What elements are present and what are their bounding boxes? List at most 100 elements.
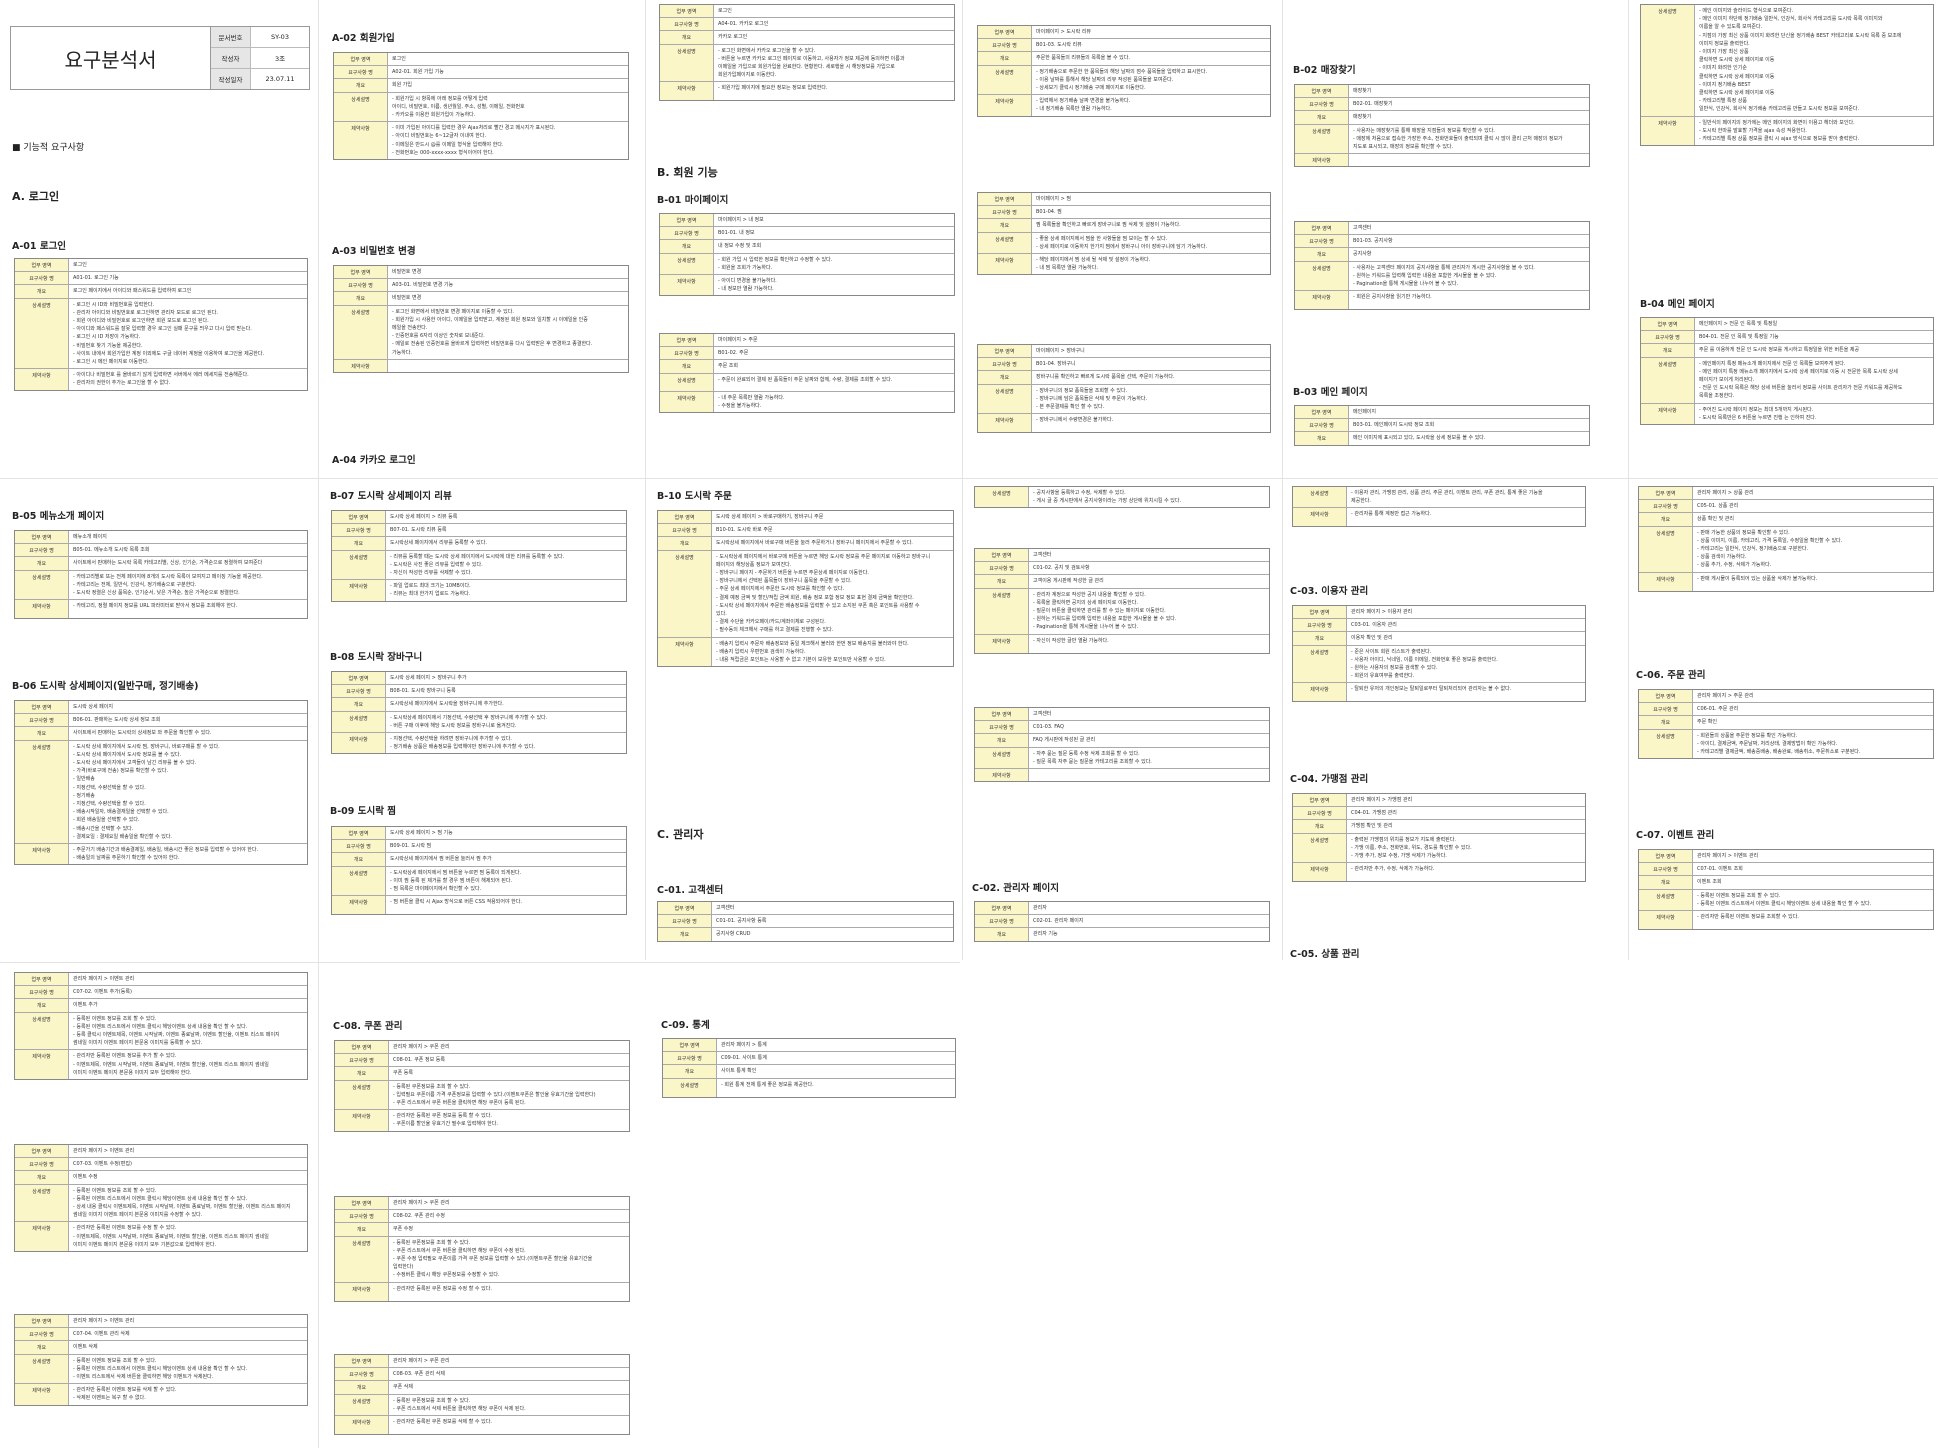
table-row: 상세설명 - 등록된 쿠폰정보를 조회 할 수 있다. - 쿠폰 리스트에서 쿠폰 … [335,1236,629,1283]
row-value: - 등록된 이벤트 정보를 조회 할 수 있다. - 등록된 이벤트 리스트에서 … [69,1185,307,1222]
table-row: 개요 관리자 기능 [975,928,1269,941]
table-row: 개요 쿠폰 삭제 [335,1381,629,1395]
text-line: - 메인페이지 특정 메뉴소개 페이지에서 전문 인 목록들 보여주게 된다. [1699,360,1846,367]
row-label: 요구사항 명 [660,347,714,360]
requirement-table: 업무 영역 메인페이지 요구사항 명 B03-01. 메인페이지 도시락 정보 조회 개… [1294,405,1590,446]
row-label: 요구사항 명 [15,986,69,999]
table-row: 요구사항 명 B02-01. 매장찾기 [1295,98,1589,112]
row-label: 상세설명 [1641,357,1695,403]
text-line: - 회원가입 시 항목에 아래 정보를 어떻게 입력 [392,95,488,102]
row-label: 상세설명 [332,550,386,580]
table-row: 제약사항 - 관리자만 등록된 쿠폰 정보를 수정 할 수 있다. [335,1282,629,1301]
row-label: 업무 영역 [334,266,388,279]
row-value: C09-01. 사이트 통계 [721,1055,767,1062]
text-line: - 버튼 구매 이후에 해당 도시락 정보를 장바구니로 옮겨진다. [390,722,517,729]
text-line: - 주문 상세 페이지에서 주문한 도시락 정보를 확인할 수 있다. [716,586,845,593]
text-line: - 카테고리, 정렬 페이지 정보를 URL 파라미터로 받아서 정보를 조회해… [73,603,238,610]
text-line: - 결제요일 : 결제요일 배송일을 확인할 수 있다. [73,833,173,840]
row-label: 제약사항 [1641,403,1695,425]
row-label: 개요 [658,537,712,550]
row-value: - 회원가입 페이지에 필요한 정보는 정보로 입력한다. [714,82,954,100]
row-value: FAQ 게시판에 작성된 글 관리 [1033,737,1096,744]
row-value: - 입력해서 정기배송 날짜 변경을 불가능하다. - 내 정기배송 목록만 열람… [1032,95,1270,115]
row-label: 제약사항 [978,414,1032,433]
text-line: - 비밀번호 찾기 기능을 제공한다. [73,342,143,349]
row-label: 개요 [1639,513,1693,526]
text-line: - 지정선택, 수량선택을 할 수 있다. [73,801,146,808]
row-label: 요구사항 명 [335,1210,389,1223]
row-label: 제약사항 [334,359,388,372]
text-line: - 결제 예정 금액 및 할인/적립 금액 회원, 배송 정보 포함 정보 정보… [716,594,914,601]
row-value: - 주문가기 배송기간과 배송결제일, 배송일, 배송시간 좋은 정보를 입력할… [69,844,307,864]
text-line: - 카테고리는 전체, 일반식, 인강식, 정기배송으로 구분한다. [73,581,197,588]
row-label: 업무 영역 [978,193,1032,206]
row-value: 사이트 통계 확인 [721,1068,757,1075]
requirement-table: 업무 영역 고객센터 요구사항 명 C01-02. 공지 및 검토사항 개요 고객이용 게… [974,548,1270,654]
row-value: - 파일 업로드 최대 크기는 10MB이다. - 리뷰는 최대 한가지 업로드 … [386,580,626,600]
row-value: 카카오 로그인 [718,34,748,41]
row-value: C08-01. 쿠폰 정보 등록 [393,1057,445,1064]
row-label: 개요 [1641,344,1695,357]
requirement-table: 업무 영역 메인페이지 > 전문 인 목록 및 특정일 요구사항 명 B04-01. … [1640,317,1934,426]
row-value: 로그인 페이지에서 아이디와 패스워드를 입력하여 로그인 [73,288,192,295]
text-line: - 이메일은 반드시 @를 이메일 형식을 입력해야 한다. [392,141,504,148]
row-label: 요구사항 명 [975,915,1029,928]
meta-key: 문서번호 [211,27,251,47]
text-line: - 주문이 완료되어 결제 된 품목들이 주문 날짜와 함께, 수량, 결제를 … [718,376,893,383]
text-line: - 이용 날짜를 통해서 해당 날짜의 리뷰 작성된 품목들을 보여준다. [1036,76,1174,83]
section-heading: A-02 회원가입 [332,33,395,44]
row-value: C08-02. 쿠폰 관리 수정 [393,1213,445,1220]
row-value: - 주문이 완료되어 결제 된 품목들이 주문 날짜와 함께, 수량, 결제를 … [714,374,954,391]
row-value: C07-03. 이벤트 수정(편집) [73,1161,132,1168]
text-line: - 이미지 정기배송 BEST [1699,81,1751,88]
table-row: 개요 주문 를 이용하게 전문 인 도시락 정보를 게시하고 특정일을 위한 버튼… [1641,344,1933,358]
text-line: 이메일을 가입으로 회원가입을 완료한다. 현황한다. 세로행을 시 해당정보를… [718,64,895,71]
requirement-table: 업무 영역 관리자 페이지 > 주문 관리 요구사항 명 C06-01. 주문 관리 개… [1638,689,1934,760]
row-label: 업무 영역 [1295,406,1349,419]
row-value: 고객센터 [716,905,735,911]
table-row: 제약사항 [1295,154,1589,167]
table-row: 업무 영역 고객센터 [1295,222,1589,236]
text-line: - 등록된 이벤트 정보를 조회 할 수 있다. [73,1357,157,1364]
row-value: A02-01. 회원 가입 기능 [392,69,444,76]
table-row: 제약사항 - 장바구니에서 수량변경은 불가하다. [978,414,1270,433]
row-value: - 일반식의 페이지의 정가에는 메인 페이지의 화면이 이용고 헤더와 보인다… [1695,117,1933,146]
row-value: 관리자 페이지 > 상품 관리 [1697,490,1754,496]
requirement-table: 업무 영역 도시락 상세 페이지 > 찜 기능 요구사항 명 B09-01. 도시락 … [331,826,627,916]
row-value: 공지사항 [1353,251,1372,258]
text-line: - 메인 이미지와 슬라이드 형식으로 보여준다. [1699,8,1794,14]
row-label: 요구사항 명 [1293,619,1347,632]
row-value: 이벤트 조회 [1697,879,1722,886]
row-label: 요구사항 명 [1639,863,1693,876]
text-line: - 메일로 전송된 인증번호를 올바르게 입력하면 비밀번호를 다시 입력받은 … [392,341,593,348]
table-row: 업무 영역 마이페이지 > 주문 [660,334,954,348]
text-line: - 수정버튼 클릭시 해당 쿠폰정보를 수정할 수 있다. [393,1272,500,1279]
text-line: - 장바구니 페이지 - 주문하기 버튼을 누르면 주문상세 페이지로 이동한다… [716,570,869,577]
text-line: - 관리자 계정으로 작성한 공지 내용을 확인할 수 있다. [1033,591,1146,598]
table-row: 요구사항 명 B01-01. 내 정보 [660,227,954,241]
row-label: 업무 영역 [663,1039,717,1052]
table-row: 상세설명 - 자주 묻는 질문 등록 수정 삭제 조회를 할 수 있다. - 질문 … [975,747,1269,770]
row-value [1029,769,1269,781]
table-row: 상세설명 - 로그인 화면에서 카카오 로그인을 할 수 있다. - 버튼을 누르면… [660,44,954,83]
table-row: 업무 영역 로그인 [334,53,628,67]
requirement-table: 업무 영역 마이페이지 > 도시락 리뷰 요구사항 명 B01-03. 도시락 리뷰 개… [977,25,1271,117]
row-value: 마이페이지 > 내 정보 [718,217,764,223]
requirement-table: 업무 영역 관리자 요구사항 명 C02-01. 관리자 페이지 개요 관리자 기능 [974,901,1270,942]
table-row: 업무 영역 도시락 상세 페이지 > 바로구매하기, 장바구니 주문 [658,511,953,525]
text-line: - 이벤트 리스트에서 삭제 버튼을 클릭하면 해당 이벤트가 삭제된다. [73,1374,214,1381]
row-label: 개요 [15,727,69,740]
table-row: 제약사항 - 찜 버튼을 클릭 시 Ajax 방식으로 버튼 CSS 적용되어야 … [332,896,626,915]
table-row: 요구사항 명 A03-01. 비밀번호 변경 기능 [334,279,628,293]
row-label: 요구사항 명 [978,206,1032,219]
row-value: - 이용자 관리, 가맹점 관리, 상품 관리, 주문 관리, 이벤트 관리, … [1347,487,1585,507]
text-line: - 상세보기 클릭시 정기배송 구매 페이지로 이동한다. [1036,85,1146,92]
row-value: 관리자 페이지 > 이벤트 관리 [1697,853,1759,859]
text-line: 썸네일 이미지 이벤트 페이지 본문용 이미지를 등록할 수 있다. [73,1040,203,1047]
table-row: 개요 메인 이미지에 표시되고 있다, 도시락을 상세 정보를 볼 수 있다. [1295,432,1589,445]
table-row: 업무 영역 도시락 상세 페이지 > 리뷰 등록 [332,511,626,525]
text-line: - 도시락은 사진 좋은 리뷰를 입력할 수 있다. [390,561,483,568]
row-label: 개요 [660,360,714,373]
text-line: 목록을 조정한다. [1699,393,1735,400]
text-line: 회원가입페이지로 이동한다. [718,72,777,79]
